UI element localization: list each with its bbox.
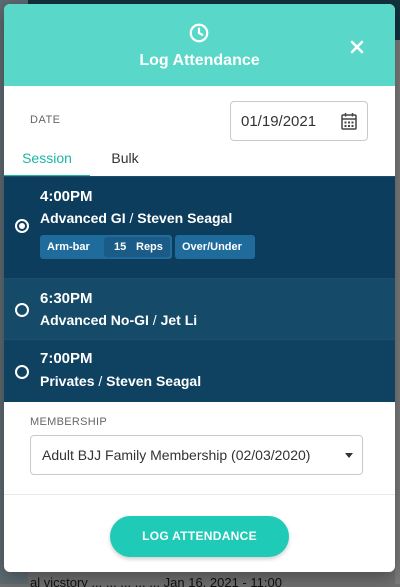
session-instructor: Steven Seagal: [106, 373, 202, 389]
clock-icon: [189, 23, 209, 43]
session-instructor: Steven Seagal: [137, 210, 233, 226]
session-radio-selected[interactable]: [15, 219, 29, 233]
membership-selected-value: Adult BJJ Family Membership (02/03/2020): [42, 447, 311, 463]
date-value: 01/19/2021: [241, 113, 317, 130]
calendar-icon[interactable]: [341, 112, 357, 130]
session-time: 7:00PM: [40, 350, 93, 367]
chevron-down-icon: [345, 453, 353, 458]
close-icon[interactable]: [344, 34, 370, 60]
session-separator: /: [98, 373, 103, 389]
session-item-630pm[interactable]: 6:30PM Advanced No-GI / Jet Li: [4, 278, 395, 339]
technique-tag-overunder: Over/Under: [175, 235, 255, 259]
session-class: Privates / Steven Seagal: [40, 373, 201, 389]
log-attendance-modal: Log Attendance DATE 01/19/2021 Session B…: [4, 4, 395, 572]
background-list-text: al vicstory ... ... ... ... ... Jan 16, …: [30, 575, 282, 587]
session-time: 4:00PM: [40, 188, 93, 205]
session-time: 6:30PM: [40, 290, 93, 307]
footer-divider: [4, 494, 395, 495]
session-class: Advanced No-GI / Jet Li: [40, 312, 197, 328]
modal-header: Log Attendance: [4, 4, 395, 86]
session-class-name: Privates: [40, 373, 95, 389]
tab-session[interactable]: Session: [4, 150, 90, 177]
session-class-name: Advanced No-GI: [40, 312, 149, 328]
session-instructor: Jet Li: [160, 312, 198, 328]
technique-tag-label: Over/Under: [182, 241, 242, 253]
session-item-4pm[interactable]: 4:00PM Advanced GI / Steven Seagal Arm-b…: [4, 176, 395, 278]
background-content-edge: [395, 40, 400, 584]
attendance-tabs: Session Bulk: [4, 146, 395, 178]
membership-label: MEMBERSHIP: [30, 416, 107, 428]
log-attendance-button[interactable]: LOG ATTENDANCE: [110, 516, 289, 557]
session-radio[interactable]: [15, 303, 29, 317]
session-list: 4:00PM Advanced GI / Steven Seagal Arm-b…: [4, 176, 395, 402]
technique-tag-label: Arm-bar: [47, 241, 90, 253]
session-item-7pm[interactable]: 7:00PM Privates / Steven Seagal: [4, 339, 395, 402]
session-class-name: Advanced GI: [40, 210, 126, 226]
date-label: DATE: [30, 114, 61, 126]
reps-badge: 15 Reps: [104, 237, 170, 257]
session-class: Advanced GI / Steven Seagal: [40, 210, 232, 226]
tab-bulk[interactable]: Bulk: [102, 150, 148, 177]
session-separator: /: [152, 312, 157, 328]
technique-tag-armbar: Arm-bar 15 Reps: [40, 235, 172, 259]
session-radio[interactable]: [15, 365, 29, 379]
reps-label: Reps: [136, 241, 163, 253]
modal-title: Log Attendance: [139, 52, 260, 69]
session-separator: /: [129, 210, 134, 226]
membership-select[interactable]: Adult BJJ Family Membership (02/03/2020): [30, 435, 363, 475]
radio-dot: [19, 223, 25, 229]
reps-count: 15: [114, 241, 127, 253]
date-field[interactable]: 01/19/2021: [230, 101, 368, 141]
